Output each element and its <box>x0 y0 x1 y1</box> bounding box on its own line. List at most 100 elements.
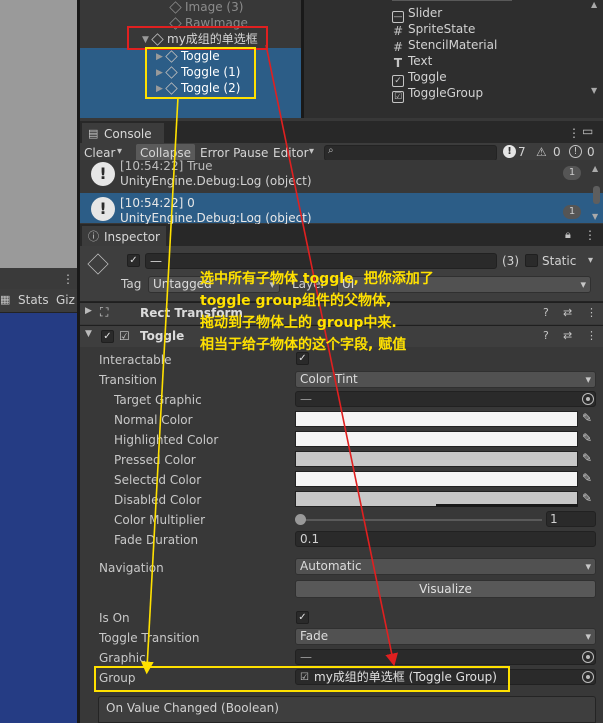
fade-duration-input[interactable]: 0.1 <box>295 531 596 547</box>
info-icon: ! <box>91 162 115 186</box>
color-multiplier-input[interactable]: 1 <box>546 511 596 527</box>
color-multiplier-label: Color Multiplier <box>114 513 206 527</box>
preset-icon[interactable]: ⇄ <box>563 306 572 319</box>
game-toolbar: ▦ Stats Giz <box>0 289 80 313</box>
add-component-list: — Slider # SpriteState # StencilMaterial TT… <box>304 0 603 118</box>
help-icon[interactable]: ? <box>543 329 549 342</box>
stats-button[interactable]: Stats <box>18 293 49 307</box>
target-graphic-field[interactable]: — <box>295 391 596 407</box>
visualize-button[interactable]: Visualize <box>295 580 596 598</box>
eyedropper-icon[interactable]: ✎ <box>582 471 592 485</box>
annotation-line: 选中所有子物体 toggle, 把你添加了 <box>200 271 434 287</box>
on-value-changed-label: On Value Changed (Boolean) <box>106 701 279 715</box>
disabled-color-swatch[interactable] <box>295 491 578 507</box>
target-graphic-label: Target Graphic <box>114 393 202 407</box>
selected-color-swatch[interactable] <box>295 471 578 487</box>
component-item-text[interactable]: T Text <box>392 53 432 69</box>
collapse-arrow-icon[interactable]: ▼ <box>85 329 92 339</box>
lock-icon[interactable]: 🔒︎ <box>565 228 571 242</box>
search-icon: ⌕ <box>328 145 334 156</box>
object-name-field[interactable]: — <box>145 253 497 269</box>
help-icon[interactable]: ? <box>543 306 549 319</box>
object-picker-icon[interactable] <box>582 651 594 663</box>
preset-icon[interactable]: ⇄ <box>563 329 572 342</box>
fade-duration-label: Fade Duration <box>114 533 199 547</box>
maximize-icon[interactable]: ▭ <box>582 124 593 138</box>
color-multiplier-slider-track[interactable] <box>299 519 542 521</box>
disabled-color-label: Disabled Color <box>114 493 202 507</box>
more-icon[interactable]: ⋮ <box>586 329 597 342</box>
expand-arrow-icon[interactable]: ▶ <box>85 306 92 316</box>
gameobject-icon <box>169 1 182 14</box>
transition-dropdown[interactable]: Color Tint <box>295 371 596 388</box>
is-on-label: Is On <box>99 611 130 625</box>
scrollbar[interactable]: ▲ ▼ <box>591 0 601 100</box>
eyedropper-icon[interactable]: ✎ <box>582 431 592 445</box>
tab-inspector[interactable]: ⓘ Inspector <box>82 226 166 248</box>
graphic-label: Graphic <box>99 651 146 665</box>
navigation-dropdown[interactable]: Automatic <box>295 558 596 575</box>
more-icon[interactable]: ⋮ <box>568 126 580 140</box>
grid-icon[interactable]: ▦ <box>0 293 10 306</box>
graphic-field[interactable]: — <box>295 649 596 665</box>
component-item-slider[interactable]: — Slider <box>392 5 442 23</box>
component-item-stencilmaterial[interactable]: # StencilMaterial <box>392 37 497 53</box>
transition-label: Transition <box>99 373 158 387</box>
hierarchy-item[interactable]: Image (3) <box>80 0 302 15</box>
color-multiplier-slider-handle[interactable] <box>295 514 306 525</box>
gizmos-button[interactable]: Giz <box>56 293 75 307</box>
component-item-toggle[interactable]: ✓ Toggle <box>392 69 447 87</box>
chevron-down-icon[interactable]: ▾ <box>588 255 593 266</box>
more-icon[interactable]: ⋮ <box>62 272 74 286</box>
pressed-color-swatch[interactable] <box>295 451 578 467</box>
more-icon[interactable]: ⋮ <box>584 228 596 242</box>
highlighted-color-swatch[interactable] <box>295 431 578 447</box>
object-picker-icon[interactable] <box>582 671 594 683</box>
component-item-togglegroup[interactable]: ☑ ToggleGroup <box>392 85 483 103</box>
static-checkbox[interactable] <box>525 254 538 267</box>
log-count-badge: 1 <box>563 166 581 180</box>
toggle-enabled-checkbox[interactable]: ✓ <box>101 330 114 343</box>
console-scrollbar[interactable]: ▲ ▼ <box>592 164 601 222</box>
selected-color-label: Selected Color <box>114 473 202 487</box>
checkbox-icon: ☑ <box>119 329 130 343</box>
info-count[interactable]: 7 <box>518 145 526 159</box>
annotation-line: 相当于给子物体的这个字段, 赋值 <box>200 337 407 353</box>
tag-label: Tag <box>121 277 142 291</box>
game-view <box>0 313 80 723</box>
normal-color-swatch[interactable] <box>295 411 578 427</box>
is-on-checkbox[interactable]: ✓ <box>296 611 309 624</box>
log-count-badge: 1 <box>563 205 581 219</box>
log-entry-selected[interactable]: ! [10:54:22] 0 UnityEngine.Debug:Log (ob… <box>80 193 603 225</box>
eyedropper-icon[interactable]: ✎ <box>582 451 592 465</box>
info-icon: ! <box>91 197 115 221</box>
chevron-down-icon: ▾ <box>309 146 315 157</box>
info-count-icon[interactable]: ! <box>503 145 516 158</box>
log-entry[interactable]: ! [10:54:22] True UnityEngine.Debug:Log … <box>80 159 603 190</box>
interactable-label: Interactable <box>99 353 172 367</box>
hierarchy-selection-fill <box>80 96 302 118</box>
annotation-yellow-box-group <box>94 666 510 692</box>
warn-count[interactable]: 0 <box>553 145 561 159</box>
scene-view-gray <box>0 0 80 268</box>
highlighted-color-label: Highlighted Color <box>114 433 219 447</box>
error-icon[interactable]: ! <box>569 145 582 158</box>
chevron-down-icon[interactable]: ▾ <box>117 146 122 157</box>
eyedropper-icon[interactable]: ✎ <box>582 411 592 425</box>
active-checkbox[interactable]: ✓ <box>127 254 140 267</box>
warning-icon[interactable]: ⚠ <box>536 145 547 159</box>
on-value-changed-event: On Value Changed (Boolean) <box>98 696 596 723</box>
object-count: (3) <box>502 254 519 268</box>
console-icon: ▤ <box>88 127 99 140</box>
tab-console[interactable]: ▤ Console <box>82 123 164 145</box>
annotation-line: 拖动到子物体上的 group中来. <box>200 315 397 331</box>
eyedropper-icon[interactable]: ✎ <box>582 491 592 505</box>
console-search-input[interactable]: ⌕ <box>324 145 497 161</box>
more-icon[interactable]: ⋮ <box>586 306 597 319</box>
toggle-transition-dropdown[interactable]: Fade <box>295 628 596 645</box>
error-count[interactable]: 0 <box>587 145 595 159</box>
annotation-text: 选中所有子物体 toggle, 把你添加了 toggle group组件的父物体… <box>200 268 520 356</box>
pressed-color-label: Pressed Color <box>114 453 196 467</box>
component-item-spritestate[interactable]: # SpriteState <box>392 21 475 37</box>
object-picker-icon[interactable] <box>582 393 594 405</box>
